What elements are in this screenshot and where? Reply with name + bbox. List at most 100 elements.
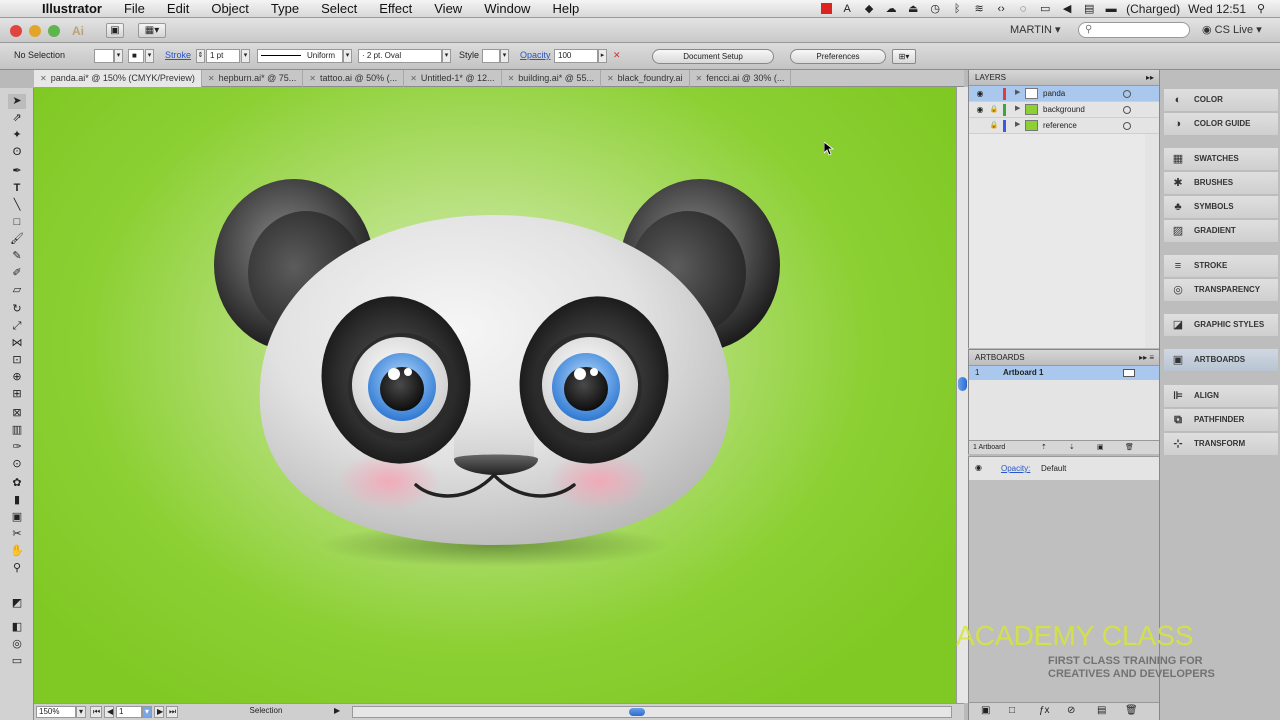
lasso-tool-icon[interactable]: ʘ — [8, 145, 26, 160]
graphic-style-swatch[interactable] — [482, 49, 500, 63]
color-mode-icon[interactable]: ◧ — [8, 620, 26, 635]
hand-tool-icon[interactable]: ✋ — [8, 544, 26, 559]
delete-artboard-icon[interactable]: 🗑 — [1125, 441, 1134, 455]
menu-effect[interactable]: Effect — [368, 0, 423, 18]
artboard-row[interactable]: 1 Artboard 1 — [969, 366, 1159, 380]
rectangle-tool-icon[interactable]: □ — [8, 215, 26, 230]
lock-icon[interactable]: 🔒 — [989, 121, 999, 131]
magic-wand-tool-icon[interactable]: ✦ — [8, 128, 26, 143]
blob-brush-tool-icon[interactable]: ✐ — [8, 266, 26, 281]
stroke-weight-dropdown[interactable]: ▾ — [241, 49, 250, 63]
eject-icon[interactable]: ⏏ — [906, 3, 920, 15]
fill-dropdown[interactable]: ▾ — [114, 49, 123, 63]
tab-building[interactable]: ✕ building.ai* @ 55... — [502, 70, 601, 87]
expand-triangle-icon[interactable]: ▶ — [1015, 88, 1020, 96]
clear-opacity-icon[interactable]: ✕ — [613, 50, 621, 61]
column-graph-tool-icon[interactable]: ▮ — [8, 493, 26, 508]
direct-selection-tool-icon[interactable]: ⇗ — [8, 111, 26, 126]
layer-target-icon[interactable] — [1123, 90, 1131, 98]
display-icon[interactable]: ▭ — [1038, 3, 1052, 15]
new-artboard-icon[interactable]: ▣ — [1097, 441, 1104, 455]
layer-target-icon[interactable] — [1123, 106, 1131, 114]
clock[interactable]: Wed 12:51 — [1188, 2, 1246, 16]
layers-panel-header[interactable]: LAYERS ▸▸ — [969, 70, 1159, 86]
menu-app-name[interactable]: Illustrator — [34, 0, 113, 18]
blend-tool-icon[interactable]: ⊙ — [8, 457, 26, 472]
last-artboard-button[interactable]: ⏭ — [166, 706, 178, 718]
graphic-style-dropdown[interactable]: ▾ — [500, 49, 509, 63]
adobe-icon[interactable]: A — [840, 3, 854, 15]
dock-gradient[interactable]: ▨ GRADIENT — [1164, 220, 1278, 242]
variable-width-profile[interactable]: Uniform — [257, 49, 343, 63]
artboard-tool-icon[interactable]: ▣ — [8, 510, 26, 525]
artboard-dropdown[interactable]: ▾ — [142, 706, 152, 718]
opacity-input[interactable]: 100 — [554, 49, 598, 63]
brush-dropdown[interactable]: ▾ — [442, 49, 451, 63]
tab-close-icon[interactable]: ✕ — [607, 70, 614, 87]
pencil-tool-icon[interactable]: ✎ — [8, 249, 26, 264]
time-machine-icon[interactable]: ◷ — [928, 3, 942, 15]
eyedropper-tool-icon[interactable]: ✑ — [8, 440, 26, 455]
tab-close-icon[interactable]: ✕ — [508, 70, 515, 87]
pen-tool-icon[interactable]: ✒ — [8, 164, 26, 179]
screen-mode-icon[interactable]: ▭ — [8, 654, 26, 669]
menu-view[interactable]: View — [423, 0, 473, 18]
dock-brushes[interactable]: ✱ BRUSHES — [1164, 172, 1278, 194]
width-tool-icon[interactable]: ⋈ — [8, 336, 26, 351]
type-tool-icon[interactable]: T — [8, 181, 26, 196]
dock-stroke[interactable]: ≡ STROKE — [1164, 255, 1278, 277]
close-window-button[interactable] — [10, 25, 22, 37]
visibility-eye-icon[interactable]: ◉ — [975, 105, 985, 115]
lock-icon[interactable]: 🔒 — [989, 105, 999, 115]
perspective-grid-tool-icon[interactable]: ⊞ — [8, 387, 26, 402]
code-icon[interactable]: ‹› — [994, 3, 1008, 15]
layer-row-panda[interactable]: ◉ ▶ panda — [969, 86, 1159, 102]
first-artboard-button[interactable]: ⏮ — [90, 706, 102, 718]
fill-stroke-swatch-icon[interactable]: ◩ — [8, 596, 26, 611]
delete-icon[interactable]: 🗑 — [1125, 705, 1138, 716]
menu-file[interactable]: File — [113, 0, 156, 18]
prev-artboard-button[interactable]: ◀ — [104, 706, 114, 718]
line-tool-icon[interactable]: ╲ — [8, 198, 26, 213]
horizontal-scrollbar[interactable] — [352, 706, 952, 718]
tab-black-foundry[interactable]: ✕ black_foundry.ai — [601, 70, 690, 87]
volume-icon[interactable]: ◀ — [1060, 3, 1074, 15]
scale-tool-icon[interactable]: ⤢ — [8, 319, 26, 334]
drawing-mode-icon[interactable]: ◎ — [8, 637, 26, 652]
dock-transform[interactable]: ⊹ TRANSFORM — [1164, 433, 1278, 455]
layers-panel-menu-icon[interactable]: ▸▸ — [1146, 70, 1154, 86]
horizontal-scroll-thumb[interactable] — [629, 708, 645, 716]
layer-row-background[interactable]: ◉ 🔒 ▶ background — [969, 102, 1159, 118]
battery-icon[interactable]: ▬ — [1104, 3, 1118, 15]
tab-panda[interactable]: ✕ panda.ai* @ 150% (CMYK/Preview) — [34, 70, 202, 87]
dock-pathfinder[interactable]: ⧉ PATHFINDER — [1164, 409, 1278, 431]
menu-window[interactable]: Window — [473, 0, 541, 18]
help-search-input[interactable]: ⚲ — [1078, 22, 1190, 38]
keyboard-icon[interactable]: ▤ — [1082, 3, 1096, 15]
artboard-name[interactable]: Artboard 1 — [1003, 366, 1043, 380]
dock-graphic-styles[interactable]: ◪ GRAPHIC STYLES — [1164, 314, 1278, 336]
vertical-scroll-thumb[interactable] — [958, 377, 967, 391]
dock-transparency[interactable]: ◎ TRANSPARENCY — [1164, 279, 1278, 301]
menu-type[interactable]: Type — [260, 0, 310, 18]
appearance-eye-icon[interactable]: ◉ — [975, 463, 982, 472]
status-menu-arrow[interactable]: ▶ — [332, 706, 342, 718]
tab-close-icon[interactable]: ✕ — [410, 70, 417, 87]
artboard-number-input[interactable]: 1 — [116, 706, 142, 718]
tab-untitled[interactable]: ✕ Untitled-1* @ 12... — [404, 70, 502, 87]
mesh-tool-icon[interactable]: ⊠ — [8, 406, 26, 421]
battery-status[interactable]: (Charged) — [1126, 2, 1180, 16]
arrange-documents-button[interactable]: ▦▾ — [138, 23, 166, 38]
profile-dropdown[interactable]: ▾ — [343, 49, 352, 63]
visibility-toggle[interactable] — [975, 121, 985, 131]
free-transform-tool-icon[interactable]: ⊡ — [8, 353, 26, 368]
zoom-level-input[interactable]: 150% — [36, 706, 76, 718]
expand-triangle-icon[interactable]: ▶ — [1015, 104, 1020, 112]
visibility-eye-icon[interactable]: ◉ — [975, 89, 985, 99]
tab-fencci[interactable]: ✕ fencci.ai @ 30% (... — [690, 70, 792, 87]
rotate-tool-icon[interactable]: ↻ — [8, 302, 26, 317]
minimize-window-button[interactable] — [29, 25, 41, 37]
stroke-weight-input[interactable]: 1 pt — [206, 49, 240, 63]
move-down-icon[interactable]: ⇣ — [1069, 441, 1075, 455]
dock-swatches[interactable]: ▦ SWATCHES — [1164, 148, 1278, 170]
